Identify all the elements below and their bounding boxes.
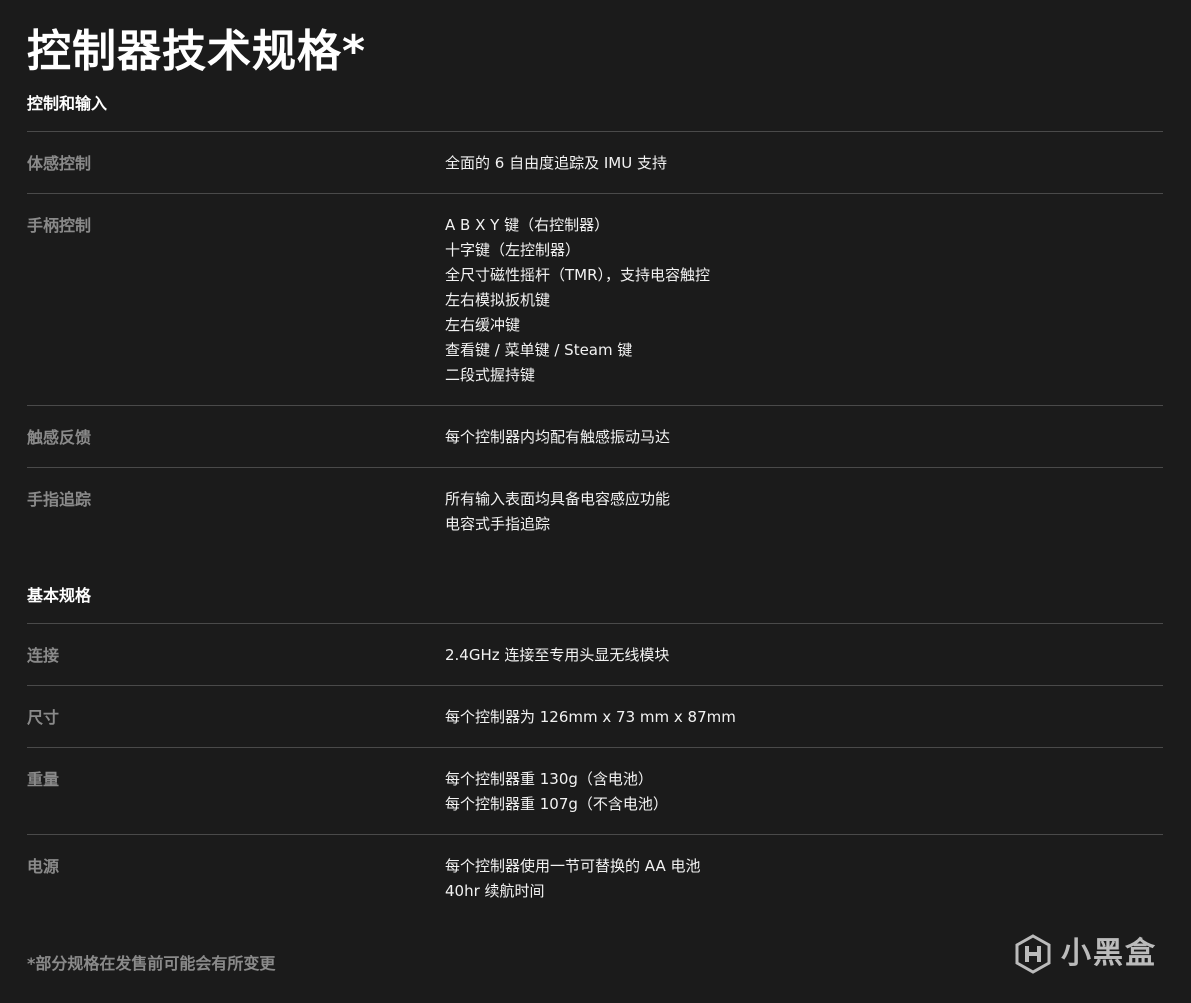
spec-value: 全面的 6 自由度追踪及 IMU 支持 bbox=[445, 154, 667, 172]
spec-values: 每个控制器使用一节可替换的 AA 电池 40hr 续航时间 bbox=[445, 854, 1163, 904]
spec-value: 所有输入表面均具备电容感应功能 bbox=[445, 490, 671, 508]
spec-row-motion-control: 体感控制 全面的 6 自由度追踪及 IMU 支持 bbox=[27, 132, 1163, 194]
spec-values: 2.4GHz 连接至专用头显无线模块 bbox=[445, 643, 1163, 668]
section-basic-specs: 基本规格 连接 2.4GHz 连接至专用头显无线模块 尺寸 每个控制器为 126… bbox=[27, 586, 1163, 921]
spec-label: 电源 bbox=[27, 857, 60, 876]
spec-list: 连接 2.4GHz 连接至专用头显无线模块 尺寸 每个控制器为 126mm x … bbox=[27, 623, 1163, 921]
spec-value: 每个控制器为 126mm x 73 mm x 87mm bbox=[445, 708, 736, 726]
spec-values: 每个控制器为 126mm x 73 mm x 87mm bbox=[445, 705, 1163, 730]
spec-label: 体感控制 bbox=[27, 154, 92, 173]
spec-row-power: 电源 每个控制器使用一节可替换的 AA 电池 40hr 续航时间 bbox=[27, 835, 1163, 921]
spec-value: 查看键 / 菜单键 / Steam 键 bbox=[445, 341, 633, 359]
spec-list: 体感控制 全面的 6 自由度追踪及 IMU 支持 手柄控制 A B X Y 键（… bbox=[27, 131, 1163, 554]
spec-values: 全面的 6 自由度追踪及 IMU 支持 bbox=[445, 151, 1163, 176]
watermark: 小黑盒 bbox=[1013, 934, 1157, 974]
spec-value: 40hr 续航时间 bbox=[445, 882, 545, 900]
spec-row-finger-tracking: 手指追踪 所有输入表面均具备电容感应功能 电容式手指追踪 bbox=[27, 468, 1163, 554]
spec-label: 触感反馈 bbox=[27, 428, 92, 447]
heybox-logo-icon bbox=[1013, 934, 1053, 974]
spec-value: 每个控制器内均配有触感振动马达 bbox=[445, 428, 671, 446]
spec-label: 连接 bbox=[27, 646, 60, 665]
spec-value: 十字键（左控制器） bbox=[445, 241, 581, 259]
spec-label: 手指追踪 bbox=[27, 490, 92, 509]
spec-value: 2.4GHz 连接至专用头显无线模块 bbox=[445, 646, 670, 664]
section-heading: 基本规格 bbox=[27, 586, 92, 605]
spec-value: A B X Y 键（右控制器） bbox=[445, 216, 610, 234]
spec-row-dimensions: 尺寸 每个控制器为 126mm x 73 mm x 87mm bbox=[27, 686, 1163, 748]
spec-row-connection: 连接 2.4GHz 连接至专用头显无线模块 bbox=[27, 624, 1163, 686]
spec-label: 重量 bbox=[27, 770, 60, 789]
spec-value: 每个控制器重 130g（含电池） bbox=[445, 770, 653, 788]
spec-value: 每个控制器重 107g（不含电池） bbox=[445, 795, 668, 813]
spec-row-gamepad-control: 手柄控制 A B X Y 键（右控制器） 十字键（左控制器） 全尺寸磁性摇杆（T… bbox=[27, 194, 1163, 406]
spec-values: 每个控制器内均配有触感振动马达 bbox=[445, 425, 1163, 450]
footnote: *部分规格在发售前可能会有所变更 bbox=[27, 954, 276, 973]
spec-value: 每个控制器使用一节可替换的 AA 电池 bbox=[445, 857, 701, 875]
spec-value: 左右缓冲键 bbox=[445, 316, 521, 334]
spec-values: 所有输入表面均具备电容感应功能 电容式手指追踪 bbox=[445, 487, 1163, 537]
spec-value: 电容式手指追踪 bbox=[445, 515, 551, 533]
spec-values: A B X Y 键（右控制器） 十字键（左控制器） 全尺寸磁性摇杆（TMR），支… bbox=[445, 213, 1163, 388]
watermark-text: 小黑盒 bbox=[1061, 936, 1157, 971]
spec-label: 手柄控制 bbox=[27, 216, 92, 235]
spec-row-weight: 重量 每个控制器重 130g（含电池） 每个控制器重 107g（不含电池） bbox=[27, 748, 1163, 835]
section-controls-and-input: 控制和输入 体感控制 全面的 6 自由度追踪及 IMU 支持 手柄控制 A B … bbox=[27, 94, 1163, 554]
spec-value: 二段式握持键 bbox=[445, 366, 536, 384]
spec-row-haptic-feedback: 触感反馈 每个控制器内均配有触感振动马达 bbox=[27, 406, 1163, 468]
spec-value: 全尺寸磁性摇杆（TMR），支持电容触控 bbox=[445, 266, 711, 284]
spec-label: 尺寸 bbox=[27, 708, 60, 727]
spec-value: 左右模拟扳机键 bbox=[445, 291, 551, 309]
spec-values: 每个控制器重 130g（含电池） 每个控制器重 107g（不含电池） bbox=[445, 767, 1163, 817]
section-heading: 控制和输入 bbox=[27, 94, 108, 113]
page-title: 控制器技术规格* bbox=[27, 26, 367, 77]
